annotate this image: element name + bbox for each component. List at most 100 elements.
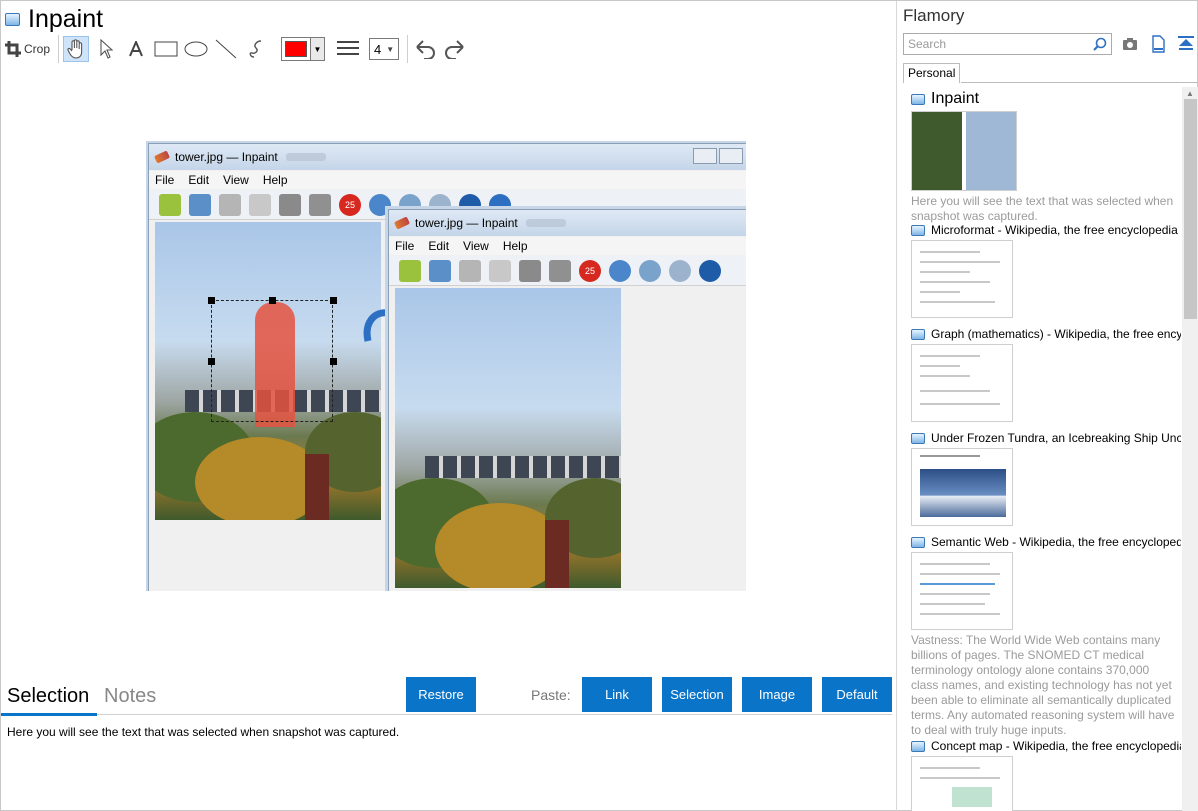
entry-description: Here you will see the text that was sele…: [911, 194, 1174, 223]
undo-icon: [416, 40, 436, 59]
page-title: Inpaint: [28, 5, 104, 33]
undo-button[interactable]: [412, 36, 438, 62]
menu-file: File: [155, 173, 175, 187]
hand-tool-button[interactable]: [63, 36, 90, 62]
menu-edit: Edit: [428, 239, 450, 253]
window-title: tower.jpg — Inpaint: [175, 150, 278, 164]
active-tab-indicator: [1, 713, 97, 716]
search-input[interactable]: Search: [903, 33, 1112, 55]
tab-personal[interactable]: Personal: [903, 63, 961, 83]
camera-icon[interactable]: [1121, 35, 1139, 53]
window-menu: File Edit View Help: [149, 171, 746, 189]
scrollbar-thumb[interactable]: [1184, 99, 1197, 319]
menu-file: File: [395, 239, 415, 253]
list-item[interactable]: Microformat - Wikipedia, the free encycl…: [911, 222, 1181, 318]
menu-view: View: [223, 173, 249, 187]
eject-icon[interactable]: [1177, 35, 1195, 53]
crop-label: Crop: [24, 42, 51, 56]
crop-button[interactable]: Crop: [5, 36, 50, 62]
entry-header: Concept map - Wikipedia, the free encycl…: [911, 738, 1181, 754]
selection-box: [211, 300, 333, 422]
entry-header: Inpaint: [911, 89, 1181, 109]
blurred-text: [285, 153, 326, 161]
paste-default-button[interactable]: Default: [822, 677, 892, 712]
entry-title: Semantic Web - Wikipedia, the free encyc…: [931, 535, 1181, 549]
entry-header: Semantic Web - Wikipedia, the free encyc…: [911, 534, 1181, 550]
color-picker[interactable]: ▼: [281, 37, 326, 61]
color-swatch: [285, 41, 308, 57]
arrow-pointer-icon: [100, 39, 114, 59]
inpaint-window-front: tower.jpg — Inpaint File Edit View Help …: [388, 209, 746, 591]
menu-help: Help: [262, 173, 288, 187]
list-item[interactable]: Concept map - Wikipedia, the free encycl…: [911, 738, 1181, 811]
entry-thumbnail: [911, 240, 1013, 318]
scroll-up-icon[interactable]: ▲: [1186, 89, 1194, 98]
entry-title: Concept map - Wikipedia, the free encycl…: [931, 739, 1181, 753]
paste-label: Paste:: [531, 687, 571, 703]
entry-thumbnail: [911, 448, 1013, 526]
entry-description: Vastness: The World Wide Web contains ma…: [911, 633, 1175, 737]
search-icon[interactable]: [1093, 37, 1107, 51]
snapshot-icon: [5, 12, 20, 26]
snapshot-image[interactable]: tower.jpg — Inpaint File Edit View Help …: [146, 141, 746, 591]
tab-notes[interactable]: Notes: [104, 685, 156, 708]
document-icon[interactable]: [1149, 35, 1167, 53]
select-tool-button[interactable]: [93, 36, 119, 62]
text-icon: [129, 41, 143, 57]
window-title: tower.jpg — Inpaint: [415, 216, 518, 230]
badge: 25: [579, 259, 601, 282]
chevron-down-icon: ▼: [386, 44, 395, 54]
list-item[interactable]: Inpaint Here you will see the text that …: [911, 89, 1181, 224]
menu-help: Help: [502, 239, 528, 253]
snapshot-list: Inpaint Here you will see the text that …: [897, 87, 1182, 811]
list-item[interactable]: Under Frozen Tundra, an Icebreaking Ship…: [911, 430, 1181, 526]
text-tool-button[interactable]: [123, 36, 149, 62]
paste-link-button[interactable]: Link: [582, 677, 652, 712]
app-window: Inpaint Crop ▼ 4 ▼ tower.jpg — Inpaint F…: [0, 0, 1198, 811]
line-tool-button[interactable]: [213, 36, 239, 62]
window-toolbar: 25: [389, 256, 746, 286]
menu-edit: Edit: [188, 173, 210, 187]
list-item[interactable]: Graph (mathematics) - Wikipedia, the fre…: [911, 326, 1181, 422]
stroke-width-select[interactable]: 4 ▼: [369, 38, 400, 60]
scrollbar[interactable]: ▲: [1182, 87, 1198, 811]
window-titlebar: tower.jpg — Inpaint: [389, 210, 746, 236]
redo-button[interactable]: [442, 36, 468, 62]
menu-view: View: [463, 239, 489, 253]
entry-title: Inpaint: [931, 90, 980, 107]
entry-thumbnail: [911, 344, 1013, 422]
crop-icon: [5, 41, 21, 57]
freehand-tool-button[interactable]: [243, 36, 269, 62]
pen-icon: [153, 150, 171, 164]
selection-text[interactable]: Here you will see the text that was sele…: [7, 725, 399, 739]
search-placeholder: Search: [908, 37, 947, 51]
toolbar-divider: [58, 35, 60, 63]
entry-header: Microformat - Wikipedia, the free encycl…: [911, 222, 1181, 238]
rectangle-icon: [154, 41, 178, 57]
entry-thumbnail: [911, 756, 1013, 811]
ellipse-icon: [184, 41, 208, 57]
rectangle-tool-button[interactable]: [153, 36, 179, 62]
paste-image-button[interactable]: Image: [742, 677, 812, 712]
title-row: Inpaint: [5, 5, 103, 33]
entry-title: Graph (mathematics) - Wikipedia, the fre…: [931, 327, 1181, 341]
flamory-panel: Flamory Search Personal Inpaint Here you…: [896, 1, 1198, 811]
restore-button[interactable]: Restore: [406, 677, 476, 712]
editor-area: Inpaint Crop ▼ 4 ▼ tower.jpg — Inpaint F…: [1, 1, 896, 811]
tower-photo-original: [155, 222, 381, 520]
snapshot-icon: [911, 93, 925, 105]
paste-selection-button[interactable]: Selection: [662, 677, 732, 712]
tab-divider: [961, 82, 1198, 83]
entry-title: Microformat - Wikipedia, the free encycl…: [931, 223, 1178, 237]
list-item[interactable]: Semantic Web - Wikipedia, the free encyc…: [911, 534, 1181, 738]
entry-thumbnail: [911, 111, 1017, 191]
pen-icon: [393, 216, 411, 230]
ellipse-tool-button[interactable]: [183, 36, 209, 62]
toolbar-divider: [407, 35, 409, 63]
stroke-width-icon-button[interactable]: [335, 36, 361, 62]
stroke-width-value: 4: [374, 41, 382, 57]
tab-selection[interactable]: Selection: [7, 685, 89, 708]
snapshot-icon: [911, 328, 925, 340]
snapshot-icon: [911, 224, 925, 236]
entry-title: Under Frozen Tundra, an Icebreaking Ship…: [931, 431, 1181, 445]
